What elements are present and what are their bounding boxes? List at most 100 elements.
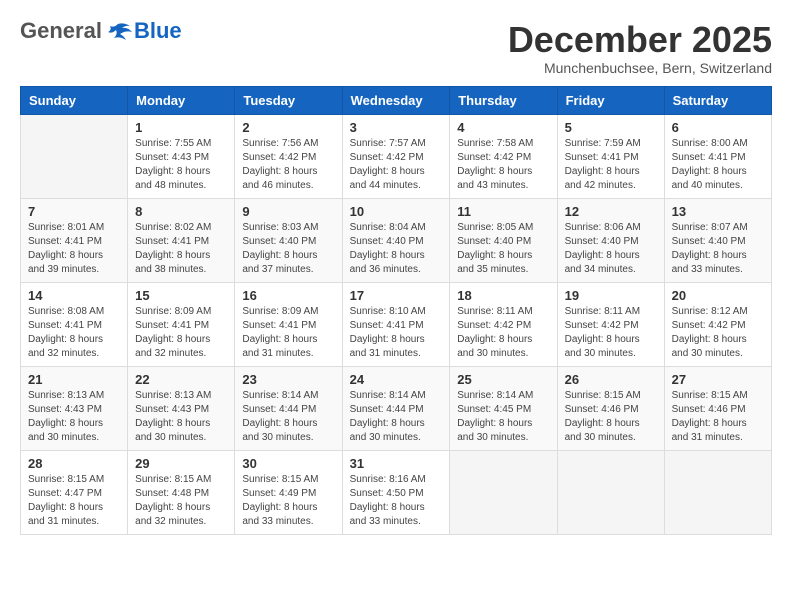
day-info: Sunrise: 8:11 AM Sunset: 4:42 PM Dayligh… xyxy=(457,305,549,361)
calendar-week-3: 14 Sunrise: 8:08 AM Sunset: 4:41 PM Dayli… xyxy=(21,282,772,366)
calendar-cell: 24Sunrise: 8:14 AM Sunset: 4:44 PM Dayli… xyxy=(342,366,450,450)
day-number: 27 xyxy=(672,372,764,387)
calendar-cell: 1 Sunrise: 7:55 AM Sunset: 4:43 PM Daylig… xyxy=(128,114,235,198)
calendar-cell: 16 Sunrise: 8:09 AM Sunset: 4:41 PM Dayli… xyxy=(235,282,342,366)
calendar-cell: 11 Sunrise: 8:05 AM Sunset: 4:40 PM Dayli… xyxy=(450,198,557,282)
day-info: Sunrise: 8:03 AM Sunset: 4:40 PM Dayligh… xyxy=(242,221,334,277)
calendar-cell: 19Sunrise: 8:11 AM Sunset: 4:42 PM Dayli… xyxy=(557,282,664,366)
weekday-header-saturday: Saturday xyxy=(664,86,771,114)
day-number: 12 xyxy=(565,204,657,219)
day-number: 29 xyxy=(135,456,227,471)
weekday-header-monday: Monday xyxy=(128,86,235,114)
day-number: 9 xyxy=(242,204,334,219)
day-number: 4 xyxy=(457,120,549,135)
day-info: Sunrise: 8:16 AM Sunset: 4:50 PM Dayligh… xyxy=(350,473,443,529)
calendar-cell xyxy=(664,450,771,534)
day-info: Sunrise: 7:58 AM Sunset: 4:42 PM Dayligh… xyxy=(457,137,549,193)
day-info: Sunrise: 8:15 AM Sunset: 4:46 PM Dayligh… xyxy=(672,389,764,445)
day-number: 14 xyxy=(28,288,120,303)
day-number: 7 xyxy=(28,204,120,219)
day-info: Sunrise: 8:02 AM Sunset: 4:41 PM Dayligh… xyxy=(135,221,227,277)
day-info: Sunrise: 8:05 AM Sunset: 4:40 PM Dayligh… xyxy=(457,221,549,277)
day-number: 6 xyxy=(672,120,764,135)
logo-blue: Blue xyxy=(134,18,182,43)
title-block: December 2025 Munchenbuchsee, Bern, Swit… xyxy=(508,20,772,76)
calendar-week-1: 1 Sunrise: 7:55 AM Sunset: 4:43 PM Daylig… xyxy=(21,114,772,198)
day-number: 19 xyxy=(565,288,657,303)
calendar-cell xyxy=(557,450,664,534)
calendar-cell: 27 Sunrise: 8:15 AM Sunset: 4:46 PM Dayli… xyxy=(664,366,771,450)
day-info: Sunrise: 8:09 AM Sunset: 4:41 PM Dayligh… xyxy=(242,305,334,361)
day-number: 5 xyxy=(565,120,657,135)
day-info: Sunrise: 8:14 AM Sunset: 4:44 PM Dayligh… xyxy=(350,389,443,445)
page-header: General Blue December 2025 Munchenbuchse… xyxy=(20,20,772,76)
day-info: Sunrise: 8:12 AM Sunset: 4:42 PM Dayligh… xyxy=(672,305,764,361)
calendar-cell: 26Sunrise: 8:15 AM Sunset: 4:46 PM Dayli… xyxy=(557,366,664,450)
day-info: Sunrise: 8:01 AM Sunset: 4:41 PM Dayligh… xyxy=(28,221,120,277)
day-info: Sunrise: 8:08 AM Sunset: 4:41 PM Dayligh… xyxy=(28,305,120,361)
calendar-cell: 3 Sunrise: 7:57 AM Sunset: 4:42 PM Daylig… xyxy=(342,114,450,198)
day-info: Sunrise: 7:55 AM Sunset: 4:43 PM Dayligh… xyxy=(135,137,227,193)
calendar-cell: 25Sunrise: 8:14 AM Sunset: 4:45 PM Dayli… xyxy=(450,366,557,450)
day-number: 20 xyxy=(672,288,764,303)
day-number: 30 xyxy=(242,456,334,471)
day-info: Sunrise: 8:06 AM Sunset: 4:40 PM Dayligh… xyxy=(565,221,657,277)
calendar-week-5: 28 Sunrise: 8:15 AM Sunset: 4:47 PM Dayli… xyxy=(21,450,772,534)
calendar-cell: 2 Sunrise: 7:56 AM Sunset: 4:42 PM Daylig… xyxy=(235,114,342,198)
day-number: 21 xyxy=(28,372,120,387)
calendar-header-row: SundayMondayTuesdayWednesdayThursdayFrid… xyxy=(21,86,772,114)
day-number: 18 xyxy=(457,288,549,303)
calendar-cell: 6 Sunrise: 8:00 AM Sunset: 4:41 PM Daylig… xyxy=(664,114,771,198)
calendar-cell: 5 Sunrise: 7:59 AM Sunset: 4:41 PM Daylig… xyxy=(557,114,664,198)
calendar-cell: 14 Sunrise: 8:08 AM Sunset: 4:41 PM Dayli… xyxy=(21,282,128,366)
day-number: 25 xyxy=(457,372,549,387)
day-info: Sunrise: 8:15 AM Sunset: 4:47 PM Dayligh… xyxy=(28,473,120,529)
day-number: 3 xyxy=(350,120,443,135)
day-info: Sunrise: 8:14 AM Sunset: 4:44 PM Dayligh… xyxy=(242,389,334,445)
day-number: 16 xyxy=(242,288,334,303)
day-number: 31 xyxy=(350,456,443,471)
day-info: Sunrise: 8:07 AM Sunset: 4:40 PM Dayligh… xyxy=(672,221,764,277)
calendar-cell: 4 Sunrise: 7:58 AM Sunset: 4:42 PM Daylig… xyxy=(450,114,557,198)
logo-text: General Blue xyxy=(20,20,182,42)
weekday-header-tuesday: Tuesday xyxy=(235,86,342,114)
logo-general: General xyxy=(20,18,102,43)
day-number: 26 xyxy=(565,372,657,387)
calendar-cell: 7 Sunrise: 8:01 AM Sunset: 4:41 PM Daylig… xyxy=(21,198,128,282)
day-info: Sunrise: 8:00 AM Sunset: 4:41 PM Dayligh… xyxy=(672,137,764,193)
day-number: 10 xyxy=(350,204,443,219)
day-info: Sunrise: 8:15 AM Sunset: 4:48 PM Dayligh… xyxy=(135,473,227,529)
calendar-cell: 18 Sunrise: 8:11 AM Sunset: 4:42 PM Dayli… xyxy=(450,282,557,366)
logo: General Blue xyxy=(20,20,182,42)
day-info: Sunrise: 7:59 AM Sunset: 4:41 PM Dayligh… xyxy=(565,137,657,193)
calendar-cell: 15Sunrise: 8:09 AM Sunset: 4:41 PM Dayli… xyxy=(128,282,235,366)
day-number: 22 xyxy=(135,372,227,387)
day-number: 2 xyxy=(242,120,334,135)
day-info: Sunrise: 7:57 AM Sunset: 4:42 PM Dayligh… xyxy=(350,137,443,193)
day-info: Sunrise: 7:56 AM Sunset: 4:42 PM Dayligh… xyxy=(242,137,334,193)
day-number: 11 xyxy=(457,204,549,219)
day-number: 1 xyxy=(135,120,227,135)
calendar-cell xyxy=(21,114,128,198)
day-info: Sunrise: 8:13 AM Sunset: 4:43 PM Dayligh… xyxy=(28,389,120,445)
calendar-cell xyxy=(450,450,557,534)
calendar-week-4: 21 Sunrise: 8:13 AM Sunset: 4:43 PM Dayli… xyxy=(21,366,772,450)
calendar-cell: 29 Sunrise: 8:15 AM Sunset: 4:48 PM Dayli… xyxy=(128,450,235,534)
calendar-cell: 30 Sunrise: 8:15 AM Sunset: 4:49 PM Dayli… xyxy=(235,450,342,534)
day-info: Sunrise: 8:15 AM Sunset: 4:49 PM Dayligh… xyxy=(242,473,334,529)
month-title: December 2025 xyxy=(508,20,772,60)
calendar-cell: 13Sunrise: 8:07 AM Sunset: 4:40 PM Dayli… xyxy=(664,198,771,282)
calendar-cell: 22 Sunrise: 8:13 AM Sunset: 4:43 PM Dayli… xyxy=(128,366,235,450)
calendar-cell: 8Sunrise: 8:02 AM Sunset: 4:41 PM Daylig… xyxy=(128,198,235,282)
day-number: 15 xyxy=(135,288,227,303)
weekday-header-friday: Friday xyxy=(557,86,664,114)
calendar-week-2: 7 Sunrise: 8:01 AM Sunset: 4:41 PM Daylig… xyxy=(21,198,772,282)
calendar-cell: 10Sunrise: 8:04 AM Sunset: 4:40 PM Dayli… xyxy=(342,198,450,282)
calendar-cell: 21 Sunrise: 8:13 AM Sunset: 4:43 PM Dayli… xyxy=(21,366,128,450)
day-number: 28 xyxy=(28,456,120,471)
weekday-header-wednesday: Wednesday xyxy=(342,86,450,114)
day-number: 17 xyxy=(350,288,443,303)
calendar-cell: 20 Sunrise: 8:12 AM Sunset: 4:42 PM Dayli… xyxy=(664,282,771,366)
location-text: Munchenbuchsee, Bern, Switzerland xyxy=(508,60,772,76)
day-info: Sunrise: 8:13 AM Sunset: 4:43 PM Dayligh… xyxy=(135,389,227,445)
